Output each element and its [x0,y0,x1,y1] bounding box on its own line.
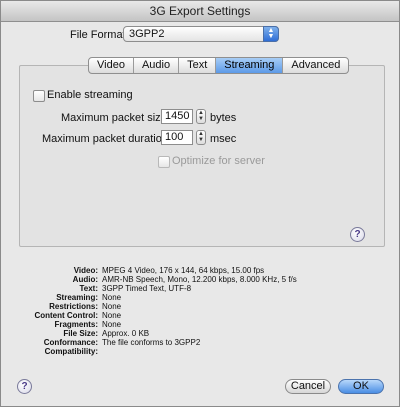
panel-help-button[interactable]: ? [350,227,365,242]
updown-arrows-icon: ▲ ▼ [263,26,279,42]
tab-advanced[interactable]: Advanced [283,58,348,73]
file-format-value: 3GPP2 [129,28,165,40]
tab-bar: Video Audio Text Streaming Advanced [88,57,350,74]
tab-streaming[interactable]: Streaming [216,58,284,73]
export-settings-window: 3G Export Settings File Format: 3GPP2 ▲ ▼… [0,0,400,407]
packet-size-input[interactable]: 1450 [161,109,193,124]
cancel-button[interactable]: Cancel [285,379,331,394]
window-title: 3G Export Settings [1,1,399,22]
optimize-server-label: Optimize for server [172,155,265,167]
packet-duration-stepper[interactable]: ▲ ▼ [196,130,206,145]
summary-key: Compatibility: [44,347,98,356]
packet-size-label: Maximum packet size: [61,112,170,124]
file-format-label: File Format: [70,29,129,41]
packet-size-unit: bytes [210,112,237,124]
tab-video[interactable]: Video [89,58,134,73]
packet-size-stepper[interactable]: ▲ ▼ [196,109,206,124]
packet-duration-unit: msec [210,133,237,145]
packet-duration-input[interactable]: 100 [161,130,193,145]
enable-streaming-checkbox[interactable] [33,90,45,102]
enable-streaming-label: Enable streaming [47,89,133,101]
tab-text[interactable]: Text [179,58,217,73]
ok-button[interactable]: OK [338,379,384,394]
file-format-select[interactable]: 3GPP2 ▲ ▼ [123,26,279,42]
window-help-button[interactable]: ? [17,379,32,394]
summary-row: Compatibility: [1,347,400,357]
packet-duration-label: Maximum packet duration: [42,133,171,145]
tab-audio[interactable]: Audio [134,58,180,73]
optimize-server-checkbox[interactable] [158,156,170,168]
